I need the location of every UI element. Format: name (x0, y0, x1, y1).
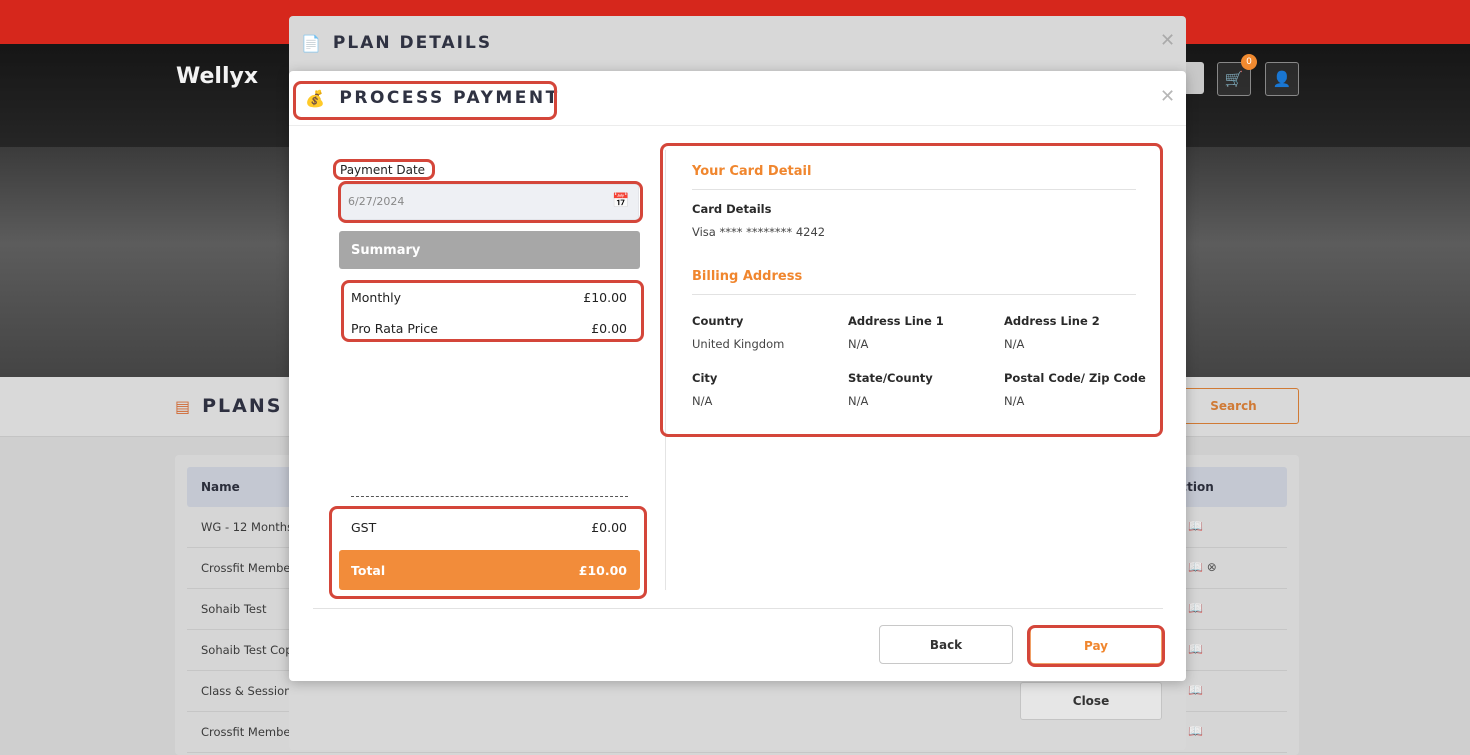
id-card-icon: ▤ (175, 396, 193, 416)
book-icon[interactable]: 📖 (1188, 601, 1203, 615)
row-name: WG - 12 Months (201, 520, 294, 534)
summary-header: Summary (339, 231, 640, 269)
postal-code-label: Postal Code/ Zip Code (1004, 371, 1146, 385)
book-icon[interactable]: 📖 ⊗ (1188, 560, 1217, 574)
dashed-separator (351, 496, 628, 497)
user-icon: 👤 (1272, 70, 1292, 88)
close-icon[interactable]: ✕ (1160, 30, 1175, 51)
book-icon[interactable]: 📖 (1188, 642, 1203, 656)
plan-details-title-text: PLAN DETAILS (332, 33, 493, 53)
country-value: United Kingdom (692, 337, 785, 351)
postal-code-value: N/A (1004, 394, 1025, 408)
row-name: Class & Session (201, 684, 292, 698)
state-county-label: State/County (848, 371, 933, 385)
book-icon[interactable]: 📖 (1188, 683, 1203, 697)
row-name: Sohaib Test Cop (201, 643, 293, 657)
footer-divider (313, 608, 1163, 609)
card-detail-heading: Your Card Detail (692, 164, 812, 179)
document-icon: 📄 (301, 33, 323, 53)
city-label: City (692, 371, 718, 385)
search-button[interactable]: Search (1168, 388, 1299, 424)
address-line-1-label: Address Line 1 (848, 314, 944, 328)
pay-button[interactable]: Pay (1030, 627, 1162, 664)
calendar-icon[interactable]: 📅 (612, 193, 629, 209)
gst-label: GST (351, 520, 377, 535)
city-value: N/A (692, 394, 713, 408)
close-icon[interactable]: ✕ (1160, 86, 1175, 107)
hand-money-icon: 💰 (305, 88, 328, 108)
process-payment-title-text: PROCESS PAYMENT (339, 88, 560, 108)
row-name: Crossfit Member (201, 725, 296, 739)
column-header-name: Name (201, 480, 240, 494)
divider (289, 125, 1186, 126)
state-county-value: N/A (848, 394, 869, 408)
address-line-1-value: N/A (848, 337, 869, 351)
row-name: Sohaib Test (201, 602, 267, 616)
gst-value: £0.00 (591, 520, 627, 535)
divider (692, 294, 1136, 295)
back-button[interactable]: Back (879, 625, 1013, 664)
address-line-2-value: N/A (1004, 337, 1025, 351)
plans-title: ▤ PLANS (175, 395, 282, 417)
country-label: Country (692, 314, 744, 328)
book-icon[interactable]: 📖 (1188, 519, 1203, 533)
app-logo[interactable]: Wellyx (176, 64, 258, 89)
card-details-label: Card Details (692, 202, 772, 216)
payment-date-label: Payment Date (340, 163, 426, 177)
summary-item-label: Monthly (351, 290, 402, 305)
user-button[interactable]: 👤 (1265, 62, 1299, 96)
close-button[interactable]: Close (1020, 682, 1162, 720)
summary-item-value: £0.00 (591, 321, 627, 336)
address-line-2-label: Address Line 2 (1004, 314, 1100, 328)
cart-icon: 🛒 (1224, 70, 1244, 88)
plans-title-text: PLANS (202, 395, 283, 417)
column-divider (665, 150, 666, 590)
total-value: £10.00 (578, 563, 627, 578)
card-details-value: Visa **** ******** 4242 (692, 225, 826, 239)
process-payment-title: 💰 PROCESS PAYMENT (305, 88, 560, 108)
book-icon[interactable]: 📖 (1188, 724, 1203, 738)
billing-address-heading: Billing Address (692, 269, 803, 284)
plan-details-title: 📄 PLAN DETAILS (301, 33, 492, 53)
row-name: Crossfit Member (201, 561, 296, 575)
payment-date-value: 6/27/2024 (348, 195, 405, 208)
summary-item-label: Pro Rata Price (351, 321, 438, 336)
total-label: Total (351, 563, 386, 578)
cart-count-badge: 0 (1241, 54, 1257, 70)
divider (692, 189, 1136, 190)
summary-item-value: £10.00 (583, 290, 627, 305)
